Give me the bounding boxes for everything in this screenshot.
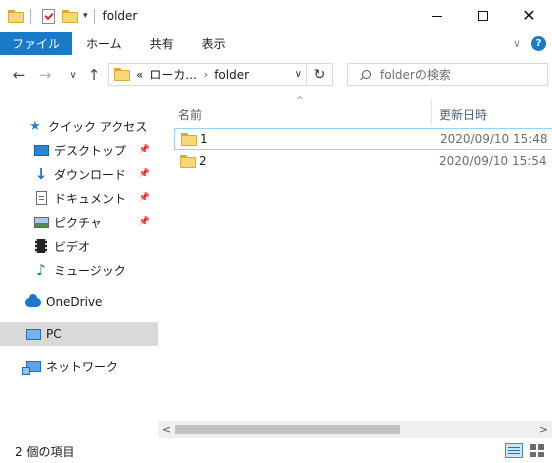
- sidebar-item-label: ビデオ: [54, 239, 91, 254]
- minimize-icon: [432, 15, 442, 17]
- explorer-window: ▾ folder ✕ ファイル ホーム 共有 表示 ∨ ? ← → ∨ ↑ « …: [0, 0, 552, 463]
- minimize-button[interactable]: [414, 0, 460, 32]
- toolbar-divider: [30, 8, 31, 24]
- sidebar-item-pictures[interactable]: ピクチャ 📌: [0, 210, 158, 234]
- scroll-right-button[interactable]: >: [535, 421, 552, 438]
- tab-share[interactable]: 共有: [136, 32, 188, 55]
- window-controls: ✕: [414, 0, 552, 32]
- breadcrumb-overflow[interactable]: «: [136, 68, 143, 82]
- pin-icon: 📌: [138, 145, 150, 155]
- sidebar-item-label: ミュージック: [54, 263, 126, 278]
- tab-file[interactable]: ファイル: [0, 32, 73, 55]
- sidebar-item-label: PC: [46, 327, 62, 341]
- scroll-left-button[interactable]: <: [158, 421, 175, 438]
- sidebar-item-label: OneDrive: [46, 295, 103, 309]
- address-dropdown-button[interactable]: ∨: [295, 64, 302, 85]
- properties-icon: [41, 8, 55, 24]
- modified-date: 2020/09/10 15:54: [439, 154, 547, 168]
- search-icon: [360, 69, 371, 80]
- back-button[interactable]: ←: [10, 65, 28, 85]
- horizontal-scrollbar[interactable]: < >: [158, 421, 552, 438]
- maximize-icon: [478, 11, 488, 21]
- pin-icon: 📌: [138, 217, 150, 227]
- sidebar-item-music[interactable]: ♪ ミュージック: [0, 258, 158, 282]
- close-button[interactable]: ✕: [506, 0, 552, 32]
- navigation-pane: ★ クイック アクセス デスクトップ 📌 ↓ ダウンロード 📌 ドキュメント 📌…: [0, 95, 158, 436]
- close-icon: ✕: [522, 6, 536, 25]
- large-icons-view-button[interactable]: [530, 444, 544, 457]
- sidebar-item-desktop[interactable]: デスクトップ 📌: [0, 138, 158, 162]
- pin-icon: 📌: [138, 169, 150, 179]
- sidebar-item-onedrive[interactable]: OneDrive: [0, 290, 158, 314]
- customize-qat-button[interactable]: ▾: [83, 11, 88, 21]
- file-name: 2: [199, 154, 207, 168]
- pictures-icon: [33, 216, 49, 228]
- desktop-icon: [33, 144, 49, 156]
- sidebar-item-label: ダウンロード: [54, 167, 127, 182]
- pin-icon: 📌: [138, 193, 150, 203]
- breadcrumb-chevron-icon[interactable]: ›: [204, 68, 208, 81]
- help-icon[interactable]: ?: [531, 36, 546, 51]
- navigation-bar: ← → ∨ ↑ « ローカ... › folder ∨ ↻ folderの検索: [0, 55, 552, 95]
- scrollbar-thumb[interactable]: [175, 425, 400, 434]
- folder-icon: [180, 154, 196, 168]
- sidebar-item-documents[interactable]: ドキュメント 📌: [0, 186, 158, 210]
- file-name: 1: [200, 132, 208, 146]
- maximize-button[interactable]: [460, 0, 506, 32]
- tab-home[interactable]: ホーム: [72, 32, 136, 55]
- window-title: folder: [102, 9, 138, 23]
- ribbon-right: ∨ ?: [513, 32, 546, 55]
- address-bar[interactable]: « ローカ... › folder ∨ ↻: [108, 63, 333, 86]
- column-divider[interactable]: [431, 99, 432, 125]
- download-icon: ↓: [34, 165, 48, 183]
- video-icon: [35, 239, 47, 253]
- toolbar-divider: [93, 8, 95, 24]
- expand-ribbon-button[interactable]: ∨: [513, 37, 521, 50]
- search-box[interactable]: folderの検索: [347, 63, 548, 86]
- table-row[interactable]: 2 2020/09/10 15:54: [174, 150, 552, 172]
- tab-view[interactable]: 表示: [188, 32, 240, 55]
- file-list: ^ 名前 更新日時 1 2020/09/10 15:48 2 2020/09/1…: [158, 95, 552, 436]
- title-bar: ▾ folder ✕: [0, 0, 552, 32]
- status-bar: 2 個の項目: [0, 438, 552, 463]
- table-row[interactable]: 1 2020/09/10 15:48: [174, 128, 552, 150]
- document-icon: [35, 191, 47, 205]
- breadcrumb-local-disk[interactable]: ローカ...: [149, 66, 196, 83]
- sidebar-item-videos[interactable]: ビデオ: [0, 234, 158, 258]
- details-view-button[interactable]: [505, 443, 523, 458]
- forward-button[interactable]: →: [36, 65, 54, 85]
- sidebar-item-label: ピクチャ: [54, 215, 102, 230]
- column-header-modified[interactable]: 更新日時: [439, 103, 549, 125]
- sidebar-item-label: ドキュメント: [54, 191, 127, 206]
- onedrive-icon: [25, 293, 41, 307]
- sidebar-item-label: クイック アクセス: [48, 119, 148, 134]
- column-header-name[interactable]: 名前: [178, 103, 428, 125]
- search-placeholder: folderの検索: [380, 68, 451, 82]
- new-folder-button[interactable]: [59, 5, 81, 27]
- sidebar-item-quick-access[interactable]: ★ クイック アクセス: [0, 114, 158, 138]
- sidebar-item-label: デスクトップ: [54, 143, 127, 158]
- sidebar-item-network[interactable]: ネットワーク: [0, 354, 158, 378]
- quick-access-toolbar: ▾ folder: [0, 0, 137, 32]
- network-icon: [21, 360, 41, 375]
- recent-locations-button[interactable]: ∨: [64, 65, 82, 85]
- sidebar-item-pc[interactable]: PC: [0, 322, 158, 346]
- new-folder-icon: [62, 9, 78, 23]
- modified-date: 2020/09/10 15:48: [440, 132, 548, 146]
- item-count: 2 個の項目: [15, 445, 75, 459]
- ribbon-tabs: ファイル ホーム 共有 表示 ∨ ?: [0, 32, 552, 55]
- properties-button[interactable]: [37, 5, 59, 27]
- star-icon: ★: [29, 118, 41, 134]
- sidebar-item-label: ネットワーク: [46, 359, 119, 374]
- refresh-button[interactable]: ↻: [306, 64, 332, 85]
- sidebar-item-downloads[interactable]: ↓ ダウンロード 📌: [0, 162, 158, 186]
- pc-icon: [25, 328, 41, 340]
- music-icon: ♪: [36, 261, 46, 279]
- breadcrumb-folder[interactable]: folder: [214, 68, 249, 82]
- up-button[interactable]: ↑: [85, 65, 103, 85]
- folder-icon: [181, 132, 197, 146]
- folder-icon: [8, 9, 24, 23]
- folder-icon: [114, 68, 130, 81]
